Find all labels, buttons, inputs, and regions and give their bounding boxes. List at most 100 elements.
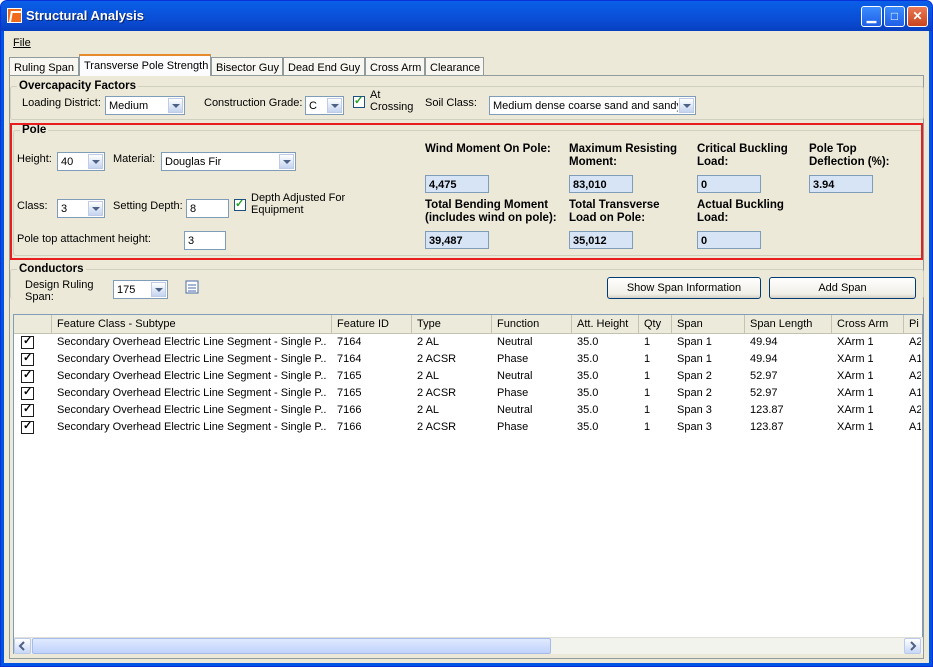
- cell-qty: 1: [644, 336, 651, 348]
- chevron-down-icon[interactable]: [327, 98, 342, 113]
- table-row[interactable]: Secondary Overhead Electric Line Segment…: [14, 351, 922, 368]
- show-span-information-button[interactable]: Show Span Information: [607, 277, 761, 299]
- cell-att-height: 35.0: [577, 404, 599, 416]
- close-button[interactable]: ✕: [907, 6, 928, 27]
- cell-type: 2 ACSR: [417, 387, 457, 399]
- cell-att-height: 35.0: [577, 353, 599, 365]
- conductors-title: Conductors: [17, 263, 86, 275]
- soil-class-select[interactable]: Medium dense coarse sand and sandy: [489, 96, 696, 115]
- cell-pi: A1: [909, 387, 921, 399]
- maximize-button[interactable]: □: [884, 6, 905, 27]
- tab-ruling-span[interactable]: Ruling Span: [9, 57, 79, 76]
- cell-function: Phase: [497, 421, 529, 433]
- window-title: Structural Analysis: [26, 8, 145, 23]
- minimize-button[interactable]: ▁: [861, 6, 882, 27]
- cell-feature-class: Secondary Overhead Electric Line Segment…: [57, 336, 327, 348]
- soil-class-value: Medium dense coarse sand and sandy: [493, 100, 678, 112]
- col-header-check[interactable]: [14, 315, 52, 333]
- horizontal-scrollbar[interactable]: [14, 637, 923, 654]
- cell-span-length: 49.94: [750, 336, 778, 348]
- cell-type: 2 ACSR: [417, 353, 457, 365]
- cell-function: Phase: [497, 387, 529, 399]
- cell-qty: 1: [644, 370, 651, 382]
- chevron-down-icon[interactable]: [168, 98, 183, 113]
- cell-qty: 1: [644, 353, 651, 365]
- tab-dead-end-guy[interactable]: Dead End Guy: [283, 57, 365, 76]
- col-header-pi[interactable]: Pi: [904, 315, 922, 333]
- cell-feature-class: Secondary Overhead Electric Line Segment…: [57, 353, 327, 365]
- scroll-thumb[interactable]: [32, 638, 551, 654]
- col-header-span[interactable]: Span: [672, 315, 745, 333]
- design-ruling-span-value: 175: [117, 284, 136, 296]
- cell-qty: 1: [644, 421, 651, 433]
- col-header-span-length[interactable]: Span Length: [745, 315, 832, 333]
- loading-district-value: Medium: [109, 100, 149, 112]
- table-row[interactable]: Secondary Overhead Electric Line Segment…: [14, 368, 922, 385]
- loading-district-label: Loading District:: [22, 97, 101, 109]
- cell-att-height: 35.0: [577, 336, 599, 348]
- cell-function: Neutral: [497, 404, 533, 416]
- title-bar[interactable]: Structural Analysis ▁ □ ✕: [1, 1, 932, 31]
- row-checkbox[interactable]: [21, 368, 34, 383]
- cell-feature-class: Secondary Overhead Electric Line Segment…: [57, 421, 327, 433]
- at-crossing-checkbox[interactable]: [353, 94, 365, 108]
- cell-cross-arm: XArm 1: [837, 353, 874, 365]
- cell-span: Span 1: [677, 336, 712, 348]
- scroll-right-button[interactable]: [904, 638, 921, 654]
- cell-type: 2 AL: [417, 404, 440, 416]
- cell-feature-id: 7164: [337, 336, 362, 348]
- loading-district-select[interactable]: Medium: [105, 96, 185, 115]
- cell-cross-arm: XArm 1: [837, 336, 874, 348]
- cell-span: Span 3: [677, 421, 712, 433]
- tab-bisector-guy[interactable]: Bisector Guy: [211, 57, 283, 76]
- calculator-icon[interactable]: [184, 279, 201, 296]
- tab-transverse-pole-strength[interactable]: Transverse Pole Strength: [79, 54, 211, 76]
- cell-att-height: 35.0: [577, 370, 599, 382]
- row-checkbox[interactable]: [21, 402, 34, 417]
- add-span-button[interactable]: Add Span: [769, 277, 916, 299]
- cell-feature-class: Secondary Overhead Electric Line Segment…: [57, 387, 327, 399]
- col-header-feature-class[interactable]: Feature Class - Subtype: [52, 315, 332, 333]
- construction-grade-select[interactable]: C: [305, 96, 344, 115]
- cell-span-length: 49.94: [750, 353, 778, 365]
- cell-pi: A2: [909, 404, 921, 416]
- cell-att-height: 35.0: [577, 421, 599, 433]
- table-row[interactable]: Secondary Overhead Electric Line Segment…: [14, 334, 922, 351]
- cell-qty: 1: [644, 387, 651, 399]
- table-row[interactable]: Secondary Overhead Electric Line Segment…: [14, 419, 922, 436]
- chevron-down-icon[interactable]: [151, 282, 166, 297]
- cell-pi: A2: [909, 336, 921, 348]
- col-header-cross-arm[interactable]: Cross Arm: [832, 315, 904, 333]
- scroll-left-button[interactable]: [14, 638, 31, 654]
- construction-grade-label: Construction Grade:: [204, 97, 303, 109]
- menu-file[interactable]: File: [13, 37, 31, 49]
- cell-qty: 1: [644, 404, 651, 416]
- col-header-qty[interactable]: Qty: [639, 315, 672, 333]
- cell-feature-id: 7165: [337, 370, 362, 382]
- col-header-att-height[interactable]: Att. Height: [572, 315, 639, 333]
- cell-span-length: 123.87: [750, 404, 784, 416]
- cell-span-length: 123.87: [750, 421, 784, 433]
- tab-cross-arm[interactable]: Cross Arm: [365, 57, 425, 76]
- row-checkbox[interactable]: [21, 385, 34, 400]
- col-header-function[interactable]: Function: [492, 315, 572, 333]
- conductors-table: Feature Class - Subtype Feature ID Type …: [13, 314, 923, 654]
- table-row[interactable]: Secondary Overhead Electric Line Segment…: [14, 385, 922, 402]
- design-ruling-span-select[interactable]: 175: [113, 280, 168, 299]
- cell-function: Neutral: [497, 336, 533, 348]
- app-icon: [7, 8, 22, 23]
- row-checkbox[interactable]: [21, 351, 34, 366]
- construction-grade-value: C: [309, 100, 317, 112]
- app-window: Structural Analysis ▁ □ ✕ File Ruling Sp…: [0, 0, 933, 667]
- chevron-left-icon: [18, 641, 25, 651]
- tab-clearance[interactable]: Clearance: [425, 57, 484, 76]
- cell-type: 2 AL: [417, 370, 440, 382]
- chevron-down-icon[interactable]: [679, 98, 694, 113]
- cell-span: Span 3: [677, 404, 712, 416]
- cell-span-length: 52.97: [750, 370, 778, 382]
- row-checkbox[interactable]: [21, 419, 34, 434]
- table-row[interactable]: Secondary Overhead Electric Line Segment…: [14, 402, 922, 419]
- col-header-feature-id[interactable]: Feature ID: [332, 315, 412, 333]
- col-header-type[interactable]: Type: [412, 315, 492, 333]
- row-checkbox[interactable]: [21, 334, 34, 349]
